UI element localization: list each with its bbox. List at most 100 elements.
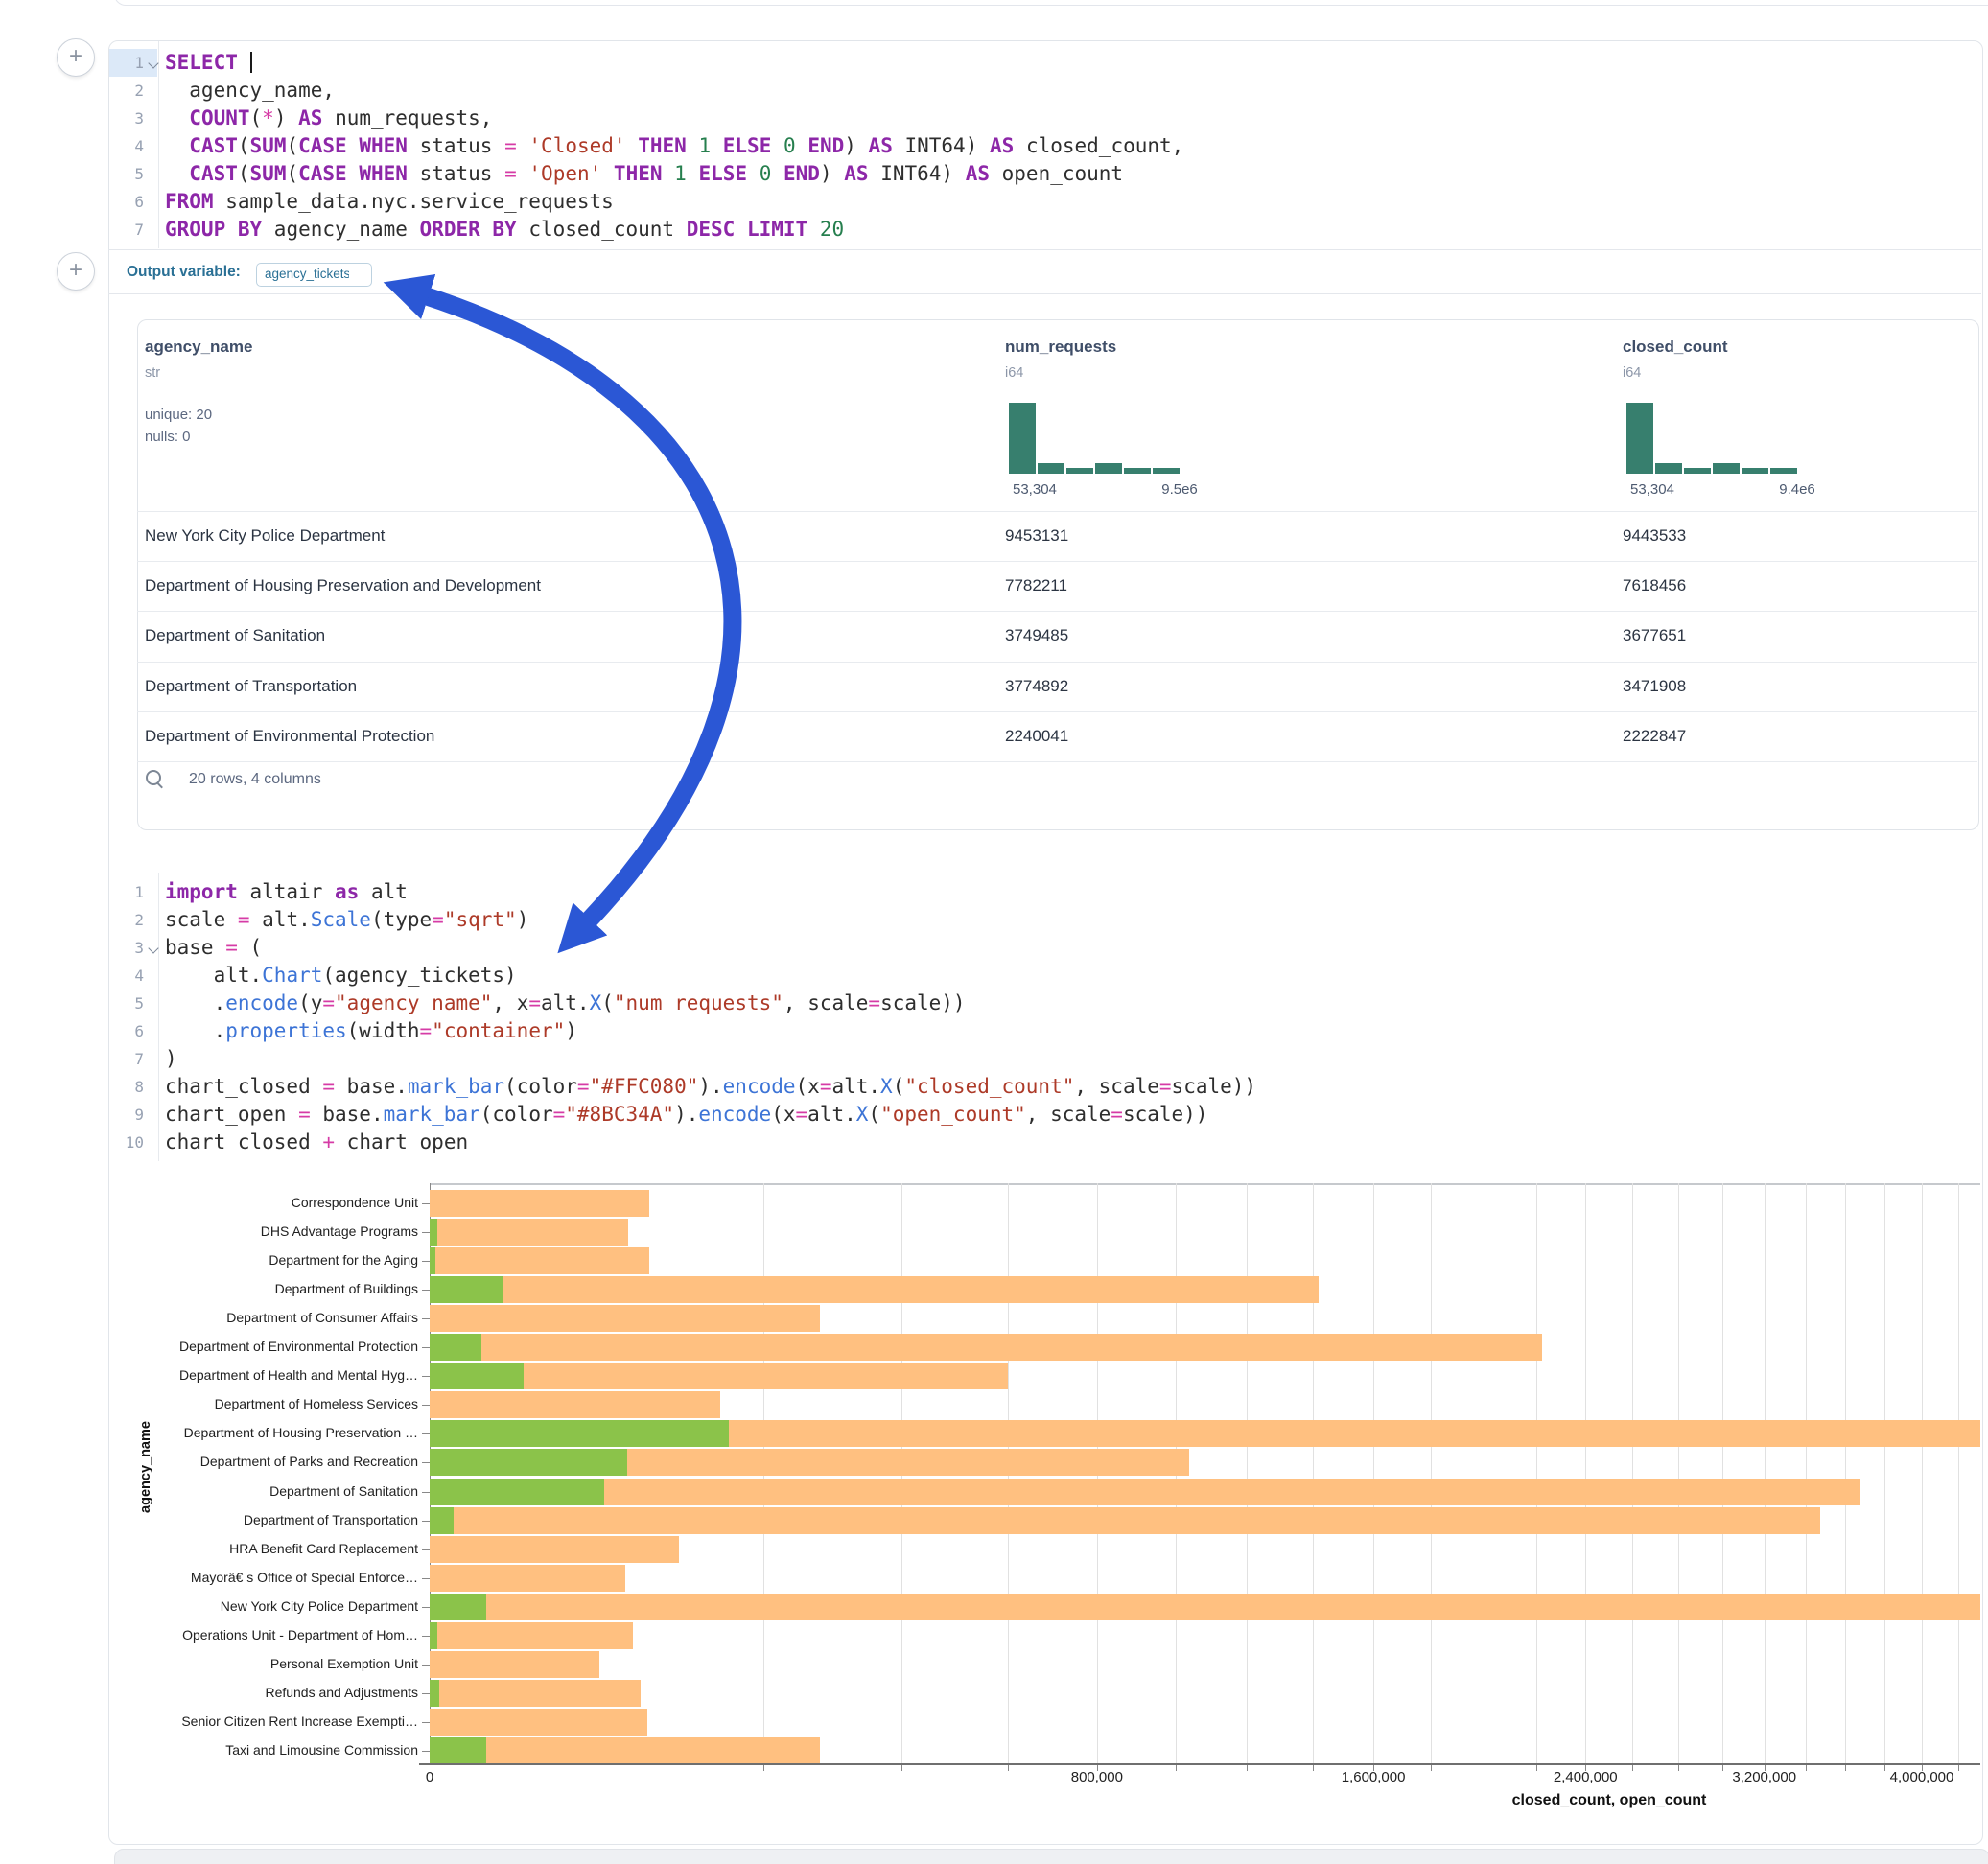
code-line[interactable]: 2 agency_name, [108,77,1930,105]
histogram-bar [1009,403,1036,474]
closed-count-bar [430,1709,647,1736]
gridline [1431,1183,1432,1763]
code-line[interactable]: 3 COUNT(*) AS num_requests, [108,105,1930,132]
table-row[interactable]: Department of Transportation377489234719… [137,662,1977,711]
fold-chevron-icon[interactable] [148,943,158,953]
table-cell: 7618456 [1623,561,1686,611]
y-axis-tick [422,1549,430,1550]
column-header[interactable]: agency_name [145,338,252,357]
column-header[interactable]: num_requests [1005,338,1116,357]
code-line[interactable]: 6FROM sample_data.nyc.service_requests [108,188,1930,216]
line-number: 8 [108,1073,144,1101]
gridline [1585,1183,1586,1763]
y-axis-tick [422,1232,430,1233]
code-text: ) [165,1045,177,1073]
chart-y-axis-title: agency_name [138,1421,153,1513]
y-axis-tick [422,1578,430,1579]
code-line[interactable]: 4 alt.Chart(agency_tickets) [108,962,1930,990]
notebook-page: + + 1SELECT 2 agency_name,3 COUNT(*) AS … [0,0,1988,1864]
code-line[interactable]: 6 .properties(width="container") [108,1017,1930,1045]
open-count-bar [430,1479,604,1505]
y-axis-tick [422,1433,430,1434]
column-type: str [145,365,160,381]
add-cell-button-top[interactable]: + [57,38,95,77]
code-text: .properties(width="container") [165,1017,577,1045]
y-axis-label: Taxi and Limousine Commission [109,1742,418,1758]
line-number: 3 [108,934,144,962]
output-variable-chip[interactable]: agency_tickets [256,263,372,287]
table-cell: Department of Housing Preservation and D… [145,561,541,611]
code-text: COUNT(*) AS num_requests, [165,105,492,132]
code-line[interactable]: 7) [108,1045,1930,1073]
table-row[interactable]: Department of Environmental Protection22… [137,711,1977,761]
line-number: 3 [108,105,144,132]
open-count-bar [430,1247,435,1274]
column-header[interactable]: closed_count [1623,338,1728,357]
y-axis-label: Refunds and Adjustments [109,1685,418,1700]
y-axis-label: Operations Unit - Department of Hom… [109,1627,418,1643]
table-row[interactable]: Department of Housing Preservation and D… [137,561,1977,611]
line-number: 2 [108,906,144,934]
histogram-bar [1626,403,1653,474]
histogram-bar [1038,463,1064,474]
code-line[interactable]: 4 CAST(SUM(CASE WHEN status = 'Closed' T… [108,132,1930,160]
code-text: FROM sample_data.nyc.service_requests [165,188,614,216]
code-line[interactable]: 9chart_open = base.mark_bar(color="#8BC3… [108,1101,1930,1129]
y-axis-tick [422,1521,430,1522]
y-axis-tick [422,1261,430,1262]
gridline [1884,1183,1885,1763]
closed-count-bar [430,1334,1542,1361]
previous-cell-edge [114,0,1988,6]
y-axis-tick [422,1492,430,1493]
code-line[interactable]: 3base = ( [108,934,1930,962]
column-type: i64 [1005,365,1023,381]
line-number: 1 [108,49,144,77]
x-axis-tick-label: 800,000 [1071,1769,1123,1785]
gridline [1845,1183,1846,1763]
next-cell-collapsed[interactable] [114,1849,1988,1864]
code-line[interactable]: 2scale = alt.Scale(type="sqrt") [108,906,1930,934]
y-axis-label: HRA Benefit Card Replacement [109,1541,418,1556]
code-line[interactable]: 7GROUP BY agency_name ORDER BY closed_co… [108,216,1930,244]
add-cell-button-output[interactable]: + [57,252,95,291]
fold-chevron-icon[interactable] [148,58,158,68]
histogram-bar [1713,463,1740,474]
column-histogram [1009,403,1180,474]
code-line[interactable]: 1import altair as alt [108,878,1930,906]
table-cell: 9443533 [1623,511,1686,561]
y-axis-label: Department of Transportation [109,1512,418,1527]
table-row[interactable]: Department of Sanitation37494853677651 [137,611,1977,661]
gridline [1722,1183,1723,1763]
closed-count-bar [430,1507,1820,1534]
code-line[interactable]: 1SELECT [108,49,1930,77]
histogram-bar [1124,468,1151,474]
search-icon[interactable] [146,770,167,791]
code-line[interactable]: 10chart_closed + chart_open [108,1129,1930,1156]
gridline [1632,1183,1633,1763]
table-row[interactable]: New York City Police Department945313194… [137,511,1977,561]
closed-count-bar [430,1594,1980,1620]
y-axis-label: Department of Parks and Recreation [109,1454,418,1469]
code-text: chart_closed + chart_open [165,1129,468,1156]
x-axis-tick-label: 4,000,000 [1890,1769,1954,1785]
histogram-bar [1153,468,1180,474]
closed-count-bar [430,1247,649,1274]
line-number: 5 [108,990,144,1017]
code-line[interactable]: 5 .encode(y="agency_name", x=alt.X("num_… [108,990,1930,1017]
line-number: 4 [108,132,144,160]
column-type: i64 [1623,365,1641,381]
y-axis-tick [422,1203,430,1204]
y-axis-tick [422,1376,430,1377]
table-cell: Department of Sanitation [145,611,325,661]
line-number: 9 [108,1101,144,1129]
y-axis-tick [422,1318,430,1319]
line-number: 1 [108,878,144,906]
table-cell: 9453131 [1005,511,1068,561]
gridline [1247,1183,1248,1763]
code-line[interactable]: 5 CAST(SUM(CASE WHEN status = 'Open' THE… [108,160,1930,188]
y-axis-tick [422,1751,430,1752]
y-axis-label: DHS Advantage Programs [109,1223,418,1239]
closed-count-bar [430,1276,1319,1303]
code-line[interactable]: 8chart_closed = base.mark_bar(color="#FF… [108,1073,1930,1101]
y-axis-tick [422,1290,430,1291]
